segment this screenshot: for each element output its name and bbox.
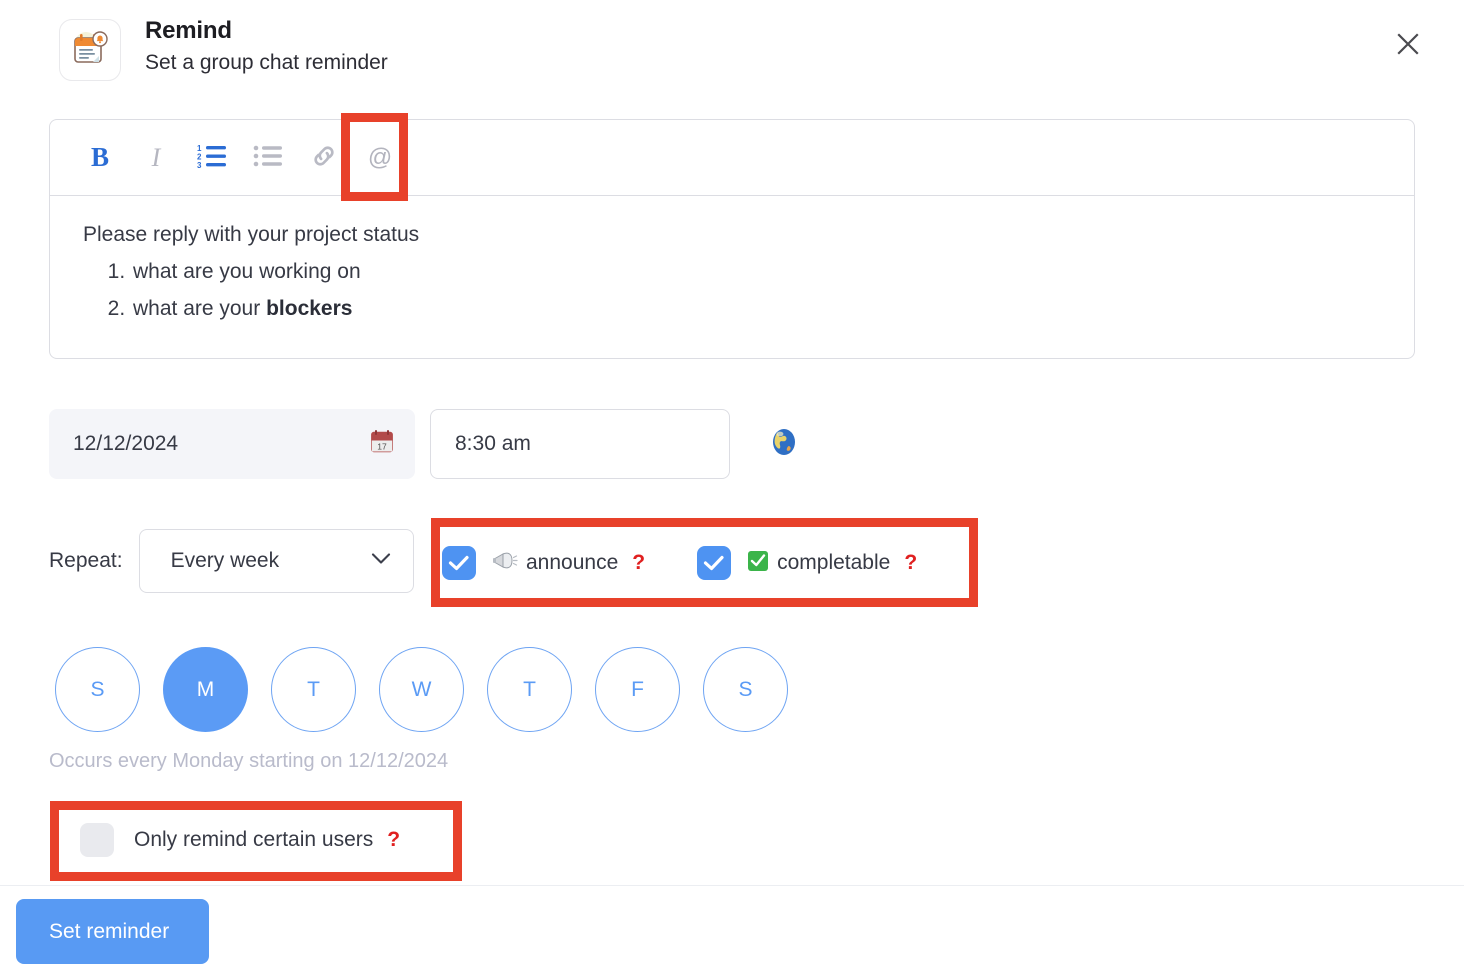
- day-wednesday[interactable]: W: [379, 647, 464, 732]
- bullet-list-icon: [253, 143, 283, 172]
- only-remind-certain-users-row[interactable]: Only remind certain users ?: [80, 823, 400, 857]
- close-icon[interactable]: [1386, 22, 1430, 66]
- day-label: T: [523, 677, 536, 701]
- list-item-text: what are you working on: [133, 260, 361, 283]
- message-ordered-list: what are you working on what are your bl…: [83, 253, 1384, 327]
- announce-checkbox[interactable]: [442, 545, 476, 580]
- day-label: W: [411, 677, 432, 701]
- only-remind-help-icon[interactable]: ?: [387, 828, 400, 852]
- italic-icon: I: [151, 142, 161, 172]
- day-tuesday[interactable]: T: [271, 647, 356, 732]
- day-label: S: [738, 677, 753, 701]
- day-label: S: [90, 677, 105, 701]
- svg-text:3: 3: [197, 161, 202, 169]
- bold-button[interactable]: B: [72, 129, 128, 187]
- occurrence-summary: Occurs every Monday starting on 12/12/20…: [49, 750, 449, 772]
- message-paragraph: Please reply with your project status: [83, 223, 420, 246]
- bullet-list-button[interactable]: [240, 129, 296, 187]
- message-body[interactable]: Please reply with your project status wh…: [50, 196, 1414, 337]
- completable-help-icon[interactable]: ?: [904, 551, 917, 575]
- datetime-row: 12/12/2024 17 8:30 am: [49, 409, 798, 479]
- only-remind-certain-users-label: Only remind certain users: [134, 828, 374, 851]
- link-icon: [309, 143, 339, 172]
- repeat-row: Repeat: Every week: [49, 528, 414, 594]
- announce-label: announce: [526, 550, 619, 574]
- day-picker: S M T W T F S: [55, 647, 788, 732]
- footer-divider: [0, 885, 1464, 886]
- option-completable[interactable]: completable ?: [697, 545, 917, 580]
- italic-button[interactable]: I: [128, 129, 184, 187]
- remind-dialog: Remind Set a group chat reminder B I 1 2: [0, 0, 1464, 972]
- day-label: F: [631, 677, 644, 701]
- page-subtitle: Set a group chat reminder: [145, 51, 388, 74]
- time-value: 8:30 am: [455, 432, 531, 455]
- day-thursday[interactable]: T: [487, 647, 572, 732]
- completable-checkbox[interactable]: [697, 545, 732, 580]
- chevron-down-icon: [371, 552, 391, 570]
- message-editor: B I 1 2 3 @ Please reply with your proje…: [49, 119, 1415, 359]
- globe-icon[interactable]: [770, 427, 798, 462]
- only-remind-certain-users-checkbox[interactable]: [80, 823, 114, 857]
- at-mention-icon: @: [367, 143, 393, 171]
- list-item-bold-text: blockers: [266, 297, 353, 320]
- day-friday[interactable]: F: [595, 647, 680, 732]
- list-item: what are you working on: [131, 253, 1384, 290]
- calendar-icon: 17: [371, 429, 393, 459]
- list-item-text: what are your: [133, 297, 267, 320]
- mention-button[interactable]: @: [352, 129, 408, 187]
- day-sunday[interactable]: S: [55, 647, 140, 732]
- green-check-icon: [747, 550, 769, 576]
- reminder-options-group: announce ? completable ?: [442, 530, 917, 595]
- date-value: 12/12/2024: [73, 432, 179, 455]
- time-field[interactable]: 8:30 am: [430, 409, 730, 479]
- repeat-label: Repeat:: [49, 549, 123, 572]
- ordered-list-button[interactable]: 1 2 3: [184, 129, 240, 187]
- set-reminder-button[interactable]: Set reminder: [16, 899, 209, 964]
- svg-text:17: 17: [377, 441, 387, 451]
- page-title: Remind: [145, 17, 232, 44]
- completable-label: completable: [777, 550, 891, 574]
- date-field[interactable]: 12/12/2024 17: [49, 409, 415, 479]
- dialog-header: Remind Set a group chat reminder: [0, 0, 1464, 100]
- bold-icon: B: [90, 142, 109, 172]
- editor-toolbar: B I 1 2 3 @: [50, 120, 1414, 196]
- ordered-list-icon: 1 2 3: [197, 143, 227, 172]
- reminder-calendar-icon: [59, 19, 121, 81]
- day-saturday[interactable]: S: [703, 647, 788, 732]
- option-announce[interactable]: announce ?: [442, 545, 645, 580]
- day-monday[interactable]: M: [163, 647, 248, 732]
- link-button[interactable]: [296, 129, 352, 187]
- day-label: T: [307, 677, 320, 701]
- day-label: M: [196, 677, 215, 701]
- header-text-group: Remind Set a group chat reminder: [145, 16, 388, 77]
- repeat-selected-value: Every week: [170, 549, 280, 572]
- list-item: what are your blockers: [131, 290, 1384, 327]
- announce-help-icon[interactable]: ?: [632, 551, 645, 575]
- megaphone-icon: [492, 550, 518, 576]
- repeat-select[interactable]: Every week: [138, 529, 414, 593]
